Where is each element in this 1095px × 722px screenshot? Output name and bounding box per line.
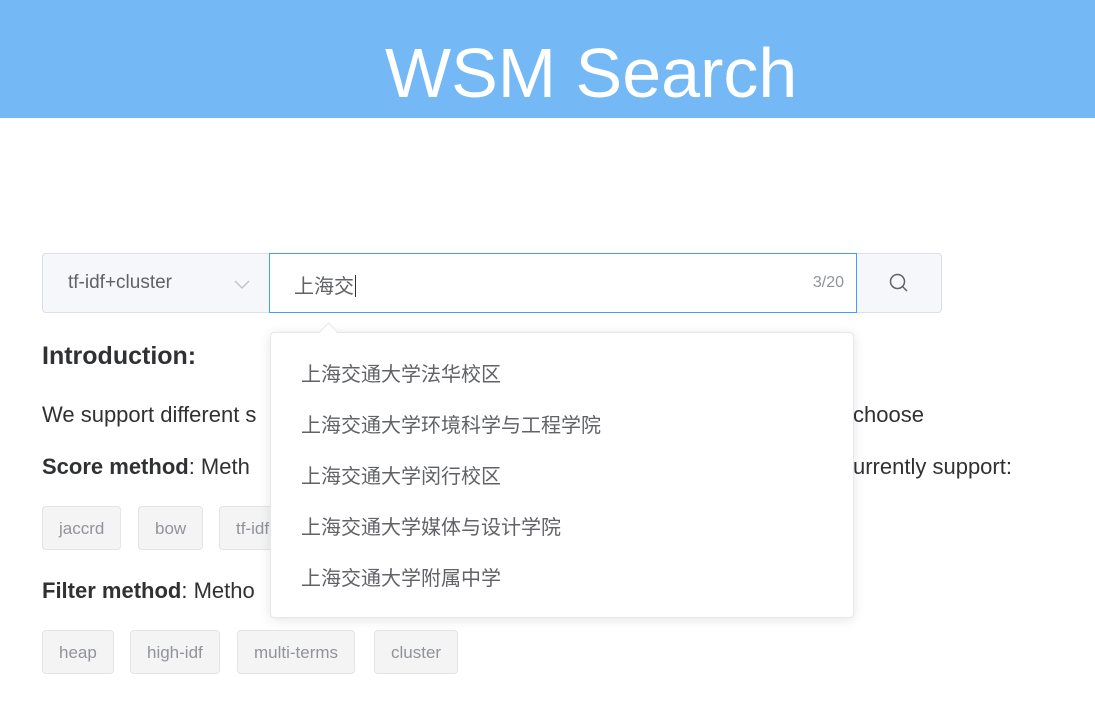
filter-method-line: Filter method: Metho [42, 578, 255, 604]
search-icon [889, 273, 908, 292]
character-counter: 3/20 [812, 274, 844, 291]
search-query-text: 上海交 [294, 270, 356, 299]
suggestion-item[interactable]: 上海交通大学闵行校区 [271, 451, 853, 502]
tag-multi-terms[interactable]: multi-terms [237, 630, 356, 674]
chevron-down-icon [234, 280, 250, 290]
filter-method-text: : Metho [181, 578, 255, 603]
method-select[interactable]: tf-idf+cluster [42, 253, 269, 313]
page-title: WSM Search [385, 34, 798, 112]
suggestion-item[interactable]: 上海交通大学法华校区 [271, 349, 853, 400]
suggestion-item[interactable]: 上海交通大学媒体与设计学院 [271, 502, 853, 553]
tag-jaccrd[interactable]: jaccrd [42, 506, 122, 550]
header-banner: WSM Search [0, 0, 1095, 118]
intro-heading: Introduction: [42, 342, 197, 370]
suggestion-item[interactable]: 上海交通大学附属中学 [271, 553, 853, 604]
score-method-line: Score method: Meth [42, 454, 250, 480]
tag-bow[interactable]: bow [138, 506, 204, 550]
score-method-label: Score method [42, 454, 189, 479]
score-method-text-end: urrently support: [853, 454, 1012, 479]
suggestion-item[interactable]: 上海交通大学环境科学与工程学院 [271, 400, 853, 451]
method-select-value: tf-idf+cluster [68, 272, 173, 293]
suggestion-dropdown: 上海交通大学法华校区 上海交通大学环境科学与工程学院 上海交通大学闵行校区 上海… [270, 332, 854, 618]
score-method-text: : Meth [188, 454, 250, 479]
search-input[interactable]: 上海交 3/20 [269, 253, 857, 313]
tag-heap[interactable]: heap [42, 630, 114, 674]
intro-description-end: choose [853, 402, 924, 427]
tag-cluster[interactable]: cluster [374, 630, 459, 674]
intro-description: We support different s [42, 402, 257, 427]
filter-method-label: Filter method [42, 578, 182, 603]
search-button[interactable] [857, 253, 942, 313]
tag-high-idf[interactable]: high-idf [130, 630, 220, 674]
